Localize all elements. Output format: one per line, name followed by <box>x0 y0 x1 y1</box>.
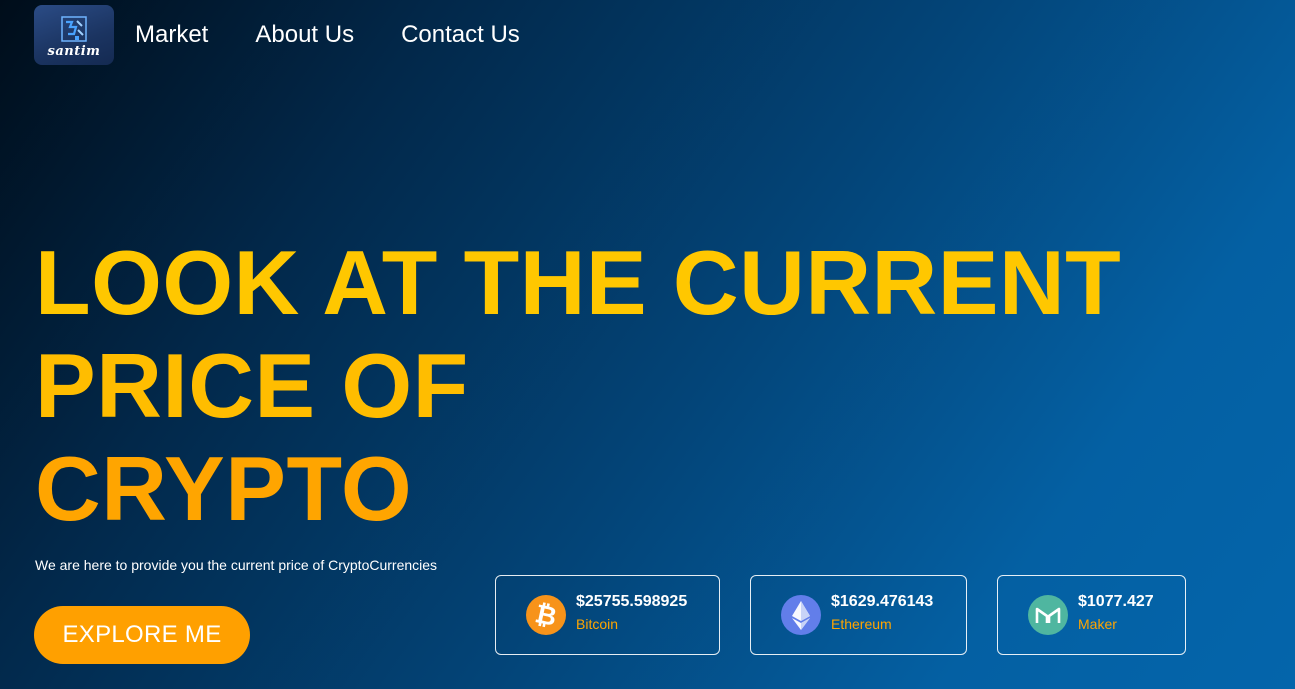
coin-card-ethereum[interactable]: $1629.476143 Ethereum <box>750 575 967 655</box>
nav-link-about-us[interactable]: About Us <box>255 20 354 50</box>
logo-mark-icon <box>61 16 87 42</box>
hero-title-line-1: LOOK AT THE CURRENT <box>35 233 1122 334</box>
ethereum-icon <box>781 595 821 635</box>
coin-name: Bitcoin <box>576 615 619 632</box>
coin-name: Ethereum <box>831 615 892 632</box>
nav-link-contact-us[interactable]: Contact Us <box>401 20 520 50</box>
hero-title: LOOK AT THE CURRENT PRICE OF CRYPTO <box>35 232 1121 541</box>
hero-title-line-3: CRYPTO <box>35 439 413 540</box>
hero-title-line-2: PRICE OF <box>35 336 469 437</box>
coin-card-bitcoin[interactable]: ₿ $25755.598925 Bitcoin <box>495 575 720 655</box>
logo[interactable]: santim <box>34 5 114 65</box>
coin-price: $25755.598925 <box>576 592 688 610</box>
maker-icon <box>1028 595 1068 635</box>
bitcoin-icon: ₿ <box>526 595 566 635</box>
svg-text:₿: ₿ <box>532 599 559 633</box>
coin-price: $1077.427 <box>1078 592 1154 610</box>
logo-text: santim <box>47 44 101 59</box>
main-nav: Market About Us Contact Us <box>135 20 567 50</box>
nav-link-market[interactable]: Market <box>135 20 208 50</box>
coin-price: $1629.476143 <box>831 592 934 610</box>
hero-subtitle: We are here to provide you the current p… <box>35 557 438 573</box>
coin-name: Maker <box>1078 615 1117 632</box>
explore-button[interactable]: EXPLORE ME <box>34 606 250 664</box>
coin-card-maker[interactable]: $1077.427 Maker <box>997 575 1186 655</box>
